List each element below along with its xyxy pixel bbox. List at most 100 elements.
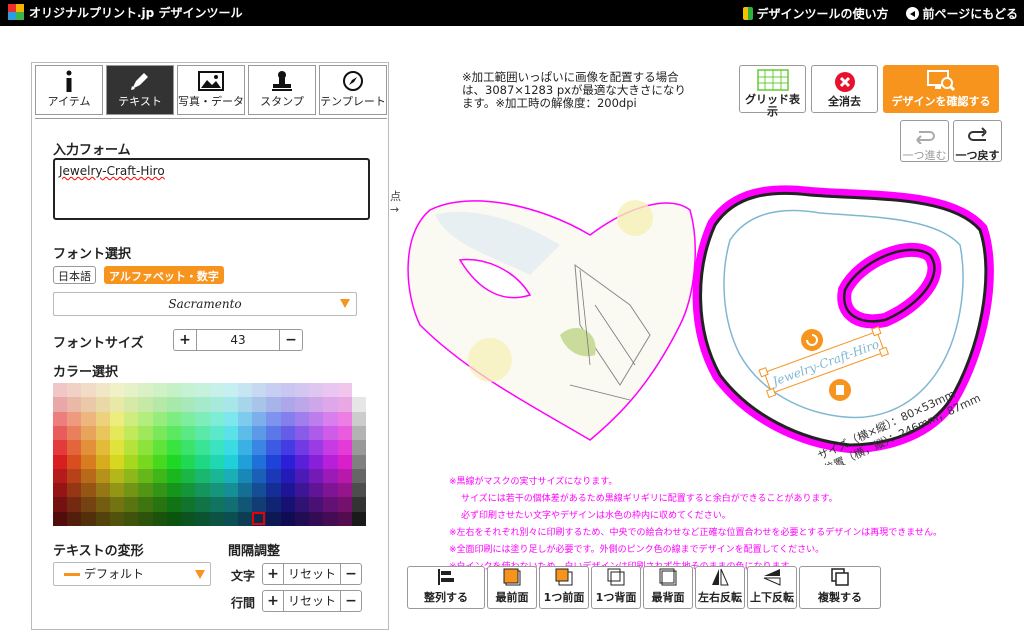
color-swatch[interactable] [223, 411, 238, 426]
color-swatch[interactable] [294, 383, 310, 398]
color-swatch[interactable] [309, 468, 324, 484]
color-swatch[interactable] [294, 397, 310, 412]
color-swatch[interactable] [351, 425, 366, 441]
send-backward-button[interactable]: 1つ背面 [591, 566, 641, 609]
color-swatch[interactable] [138, 425, 153, 441]
color-swatch[interactable] [81, 468, 96, 484]
grid-button[interactable]: グリッド表示 [739, 65, 806, 118]
color-swatch[interactable] [280, 468, 295, 484]
color-swatch[interactable] [252, 497, 267, 512]
color-swatch[interactable] [152, 440, 167, 455]
color-swatch[interactable] [237, 511, 253, 526]
color-swatch[interactable] [309, 397, 324, 412]
color-swatch[interactable] [81, 383, 96, 398]
color-swatch[interactable] [223, 425, 238, 441]
color-swatch[interactable] [351, 397, 366, 412]
color-swatch[interactable] [181, 425, 196, 441]
color-swatch[interactable] [266, 440, 281, 455]
color-swatch[interactable] [323, 397, 338, 412]
color-swatch[interactable] [195, 383, 210, 398]
color-swatch[interactable] [266, 468, 281, 484]
char-spacing-stepper[interactable]: + リセット − [262, 563, 362, 585]
color-swatch[interactable] [67, 468, 82, 484]
color-swatch[interactable] [109, 425, 125, 441]
color-swatch[interactable] [109, 440, 125, 455]
color-swatch[interactable] [237, 397, 253, 412]
color-swatch[interactable] [124, 468, 139, 484]
color-swatch[interactable] [280, 425, 295, 441]
color-swatch[interactable] [252, 383, 267, 398]
color-swatch[interactable] [138, 483, 153, 498]
color-swatch[interactable] [138, 383, 153, 398]
color-swatch[interactable] [195, 411, 210, 426]
color-swatch[interactable] [337, 454, 352, 469]
color-swatch[interactable] [181, 454, 196, 469]
align-button[interactable]: 整列する [407, 566, 485, 609]
color-swatch[interactable] [53, 454, 68, 469]
color-swatch[interactable] [53, 425, 68, 441]
color-swatch[interactable] [166, 440, 182, 455]
design-canvas[interactable]: Jewelry-Craft-Hiro 点 → サイズ（横×縦）：80×53mm … [390, 185, 1010, 465]
color-swatch[interactable] [138, 440, 153, 455]
color-swatch[interactable] [323, 454, 338, 469]
color-swatch[interactable] [53, 397, 68, 412]
color-swatch[interactable] [195, 425, 210, 441]
how-to-link[interactable]: デザインツールの使い方 [743, 5, 888, 22]
color-swatch[interactable] [95, 511, 110, 526]
color-swatch[interactable] [95, 383, 110, 398]
color-swatch[interactable] [280, 397, 295, 412]
color-swatch[interactable] [209, 397, 224, 412]
duplicate-button[interactable]: 複製する [799, 566, 881, 609]
color-swatch[interactable] [266, 497, 281, 512]
color-swatch[interactable] [337, 425, 352, 441]
color-swatch[interactable] [294, 440, 310, 455]
color-swatch[interactable] [280, 383, 295, 398]
tab-template[interactable]: テンプレート [319, 65, 387, 115]
color-swatch[interactable] [81, 425, 96, 441]
color-swatch[interactable] [166, 468, 182, 484]
color-swatch[interactable] [166, 411, 182, 426]
color-swatch[interactable] [337, 483, 352, 498]
color-swatch[interactable] [109, 468, 125, 484]
color-swatch[interactable] [81, 397, 96, 412]
color-swatch[interactable] [252, 440, 267, 455]
color-swatch[interactable] [124, 383, 139, 398]
color-swatch[interactable] [266, 483, 281, 498]
color-swatch[interactable] [223, 397, 238, 412]
color-swatch[interactable] [209, 425, 224, 441]
color-swatch[interactable] [309, 411, 324, 426]
color-swatch[interactable] [209, 497, 224, 512]
color-swatch[interactable] [181, 411, 196, 426]
color-swatch[interactable] [81, 454, 96, 469]
color-swatch[interactable] [109, 483, 125, 498]
color-swatch[interactable] [81, 497, 96, 512]
color-swatch[interactable] [195, 397, 210, 412]
color-swatch[interactable] [152, 425, 167, 441]
tab-stamp[interactable]: スタンプ [248, 65, 316, 115]
font-select[interactable]: Sacramento [53, 292, 357, 316]
color-swatch[interactable] [67, 483, 82, 498]
color-swatch[interactable] [53, 383, 68, 398]
color-swatch[interactable] [209, 411, 224, 426]
color-swatch[interactable] [280, 440, 295, 455]
color-swatch[interactable] [124, 411, 139, 426]
color-swatch[interactable] [166, 497, 182, 512]
color-swatch[interactable] [181, 383, 196, 398]
color-swatch[interactable] [67, 511, 82, 526]
color-swatch[interactable] [138, 397, 153, 412]
color-swatch[interactable] [53, 483, 68, 498]
color-swatch[interactable] [294, 468, 310, 484]
color-swatch[interactable] [95, 440, 110, 455]
tab-text[interactable]: テキスト [106, 65, 174, 115]
color-swatch[interactable] [53, 440, 68, 455]
color-swatch[interactable] [138, 511, 153, 526]
color-swatch[interactable] [181, 497, 196, 512]
color-swatch[interactable] [109, 454, 125, 469]
color-swatch[interactable] [323, 411, 338, 426]
minus-icon[interactable]: − [341, 564, 361, 584]
color-swatch[interactable] [67, 397, 82, 412]
color-swatch[interactable] [237, 440, 253, 455]
color-swatch[interactable] [337, 397, 352, 412]
color-swatch[interactable] [323, 425, 338, 441]
line-spacing-reset[interactable]: リセット [283, 591, 341, 611]
